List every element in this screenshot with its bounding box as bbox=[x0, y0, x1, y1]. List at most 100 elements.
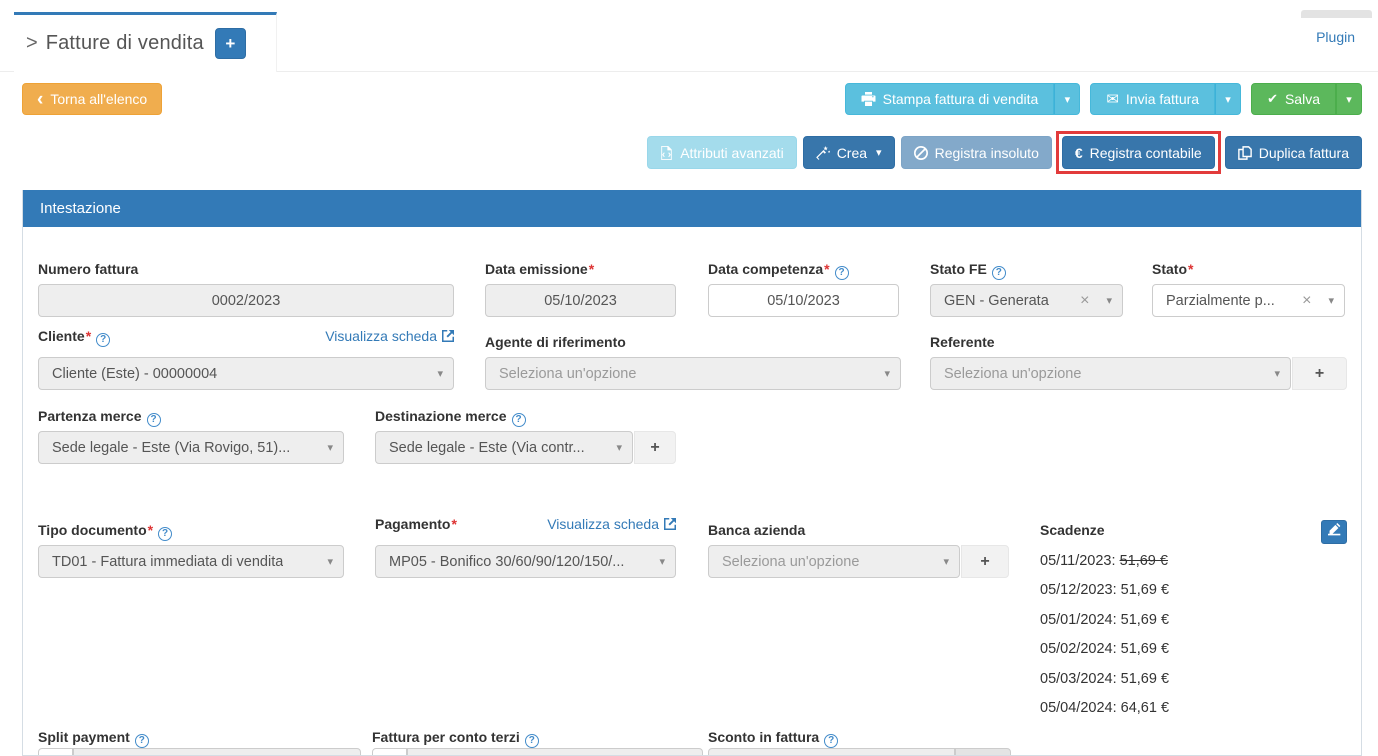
split-payment-input[interactable] bbox=[73, 748, 361, 755]
check-icon: ✔ bbox=[1267, 91, 1278, 107]
send-dropdown-toggle[interactable]: ▾ bbox=[1215, 83, 1241, 115]
send-invoice-button[interactable]: ✉ Invia fattura bbox=[1090, 83, 1215, 115]
create-label: Crea bbox=[837, 145, 867, 161]
external-link-icon bbox=[664, 518, 676, 530]
save-split-button: ✔ Salva ▾ bbox=[1251, 83, 1362, 115]
help-icon[interactable]: ? bbox=[96, 333, 110, 347]
split-payment-checkbox[interactable] bbox=[38, 748, 73, 755]
view-customer-link[interactable]: Visualizza scheda bbox=[325, 328, 454, 344]
external-link-icon bbox=[442, 330, 454, 342]
referente-label: Referente bbox=[930, 334, 995, 350]
euro-icon: € bbox=[1075, 145, 1083, 161]
conto-terzi-input[interactable] bbox=[407, 748, 703, 755]
required-asterisk: * bbox=[589, 261, 594, 277]
add-invoice-button[interactable]: + bbox=[215, 28, 246, 59]
conto-terzi-checkbox[interactable] bbox=[372, 748, 407, 755]
cliente-select[interactable]: Cliente (Este) - 00000004 ▾ bbox=[38, 357, 454, 390]
cliente-label: Cliente*? bbox=[38, 328, 110, 347]
numero-fattura-input: 0002/2023 bbox=[38, 284, 454, 317]
sconto-unit-toggle[interactable] bbox=[955, 748, 1011, 755]
caret-down-icon: ▾ bbox=[876, 146, 882, 159]
duplicate-invoice-button[interactable]: Duplica fattura bbox=[1225, 136, 1362, 169]
register-accounting-button[interactable]: € Registra contabile bbox=[1062, 136, 1215, 169]
back-to-list-button[interactable]: ‹ Torna all'elenco bbox=[22, 83, 162, 115]
stato-select[interactable]: Parzialmente p... × ▾ bbox=[1152, 284, 1345, 317]
caret-down-icon: ▾ bbox=[1225, 93, 1231, 106]
clear-icon[interactable]: × bbox=[1080, 293, 1089, 309]
printer-icon bbox=[861, 92, 876, 106]
banca-azienda-label: Banca azienda bbox=[708, 522, 805, 538]
agente-select[interactable]: Seleziona un'opzione ▾ bbox=[485, 357, 901, 390]
plugin-link[interactable]: Plugin bbox=[1316, 29, 1355, 45]
destinazione-merce-label: Destinazione merce? bbox=[375, 408, 526, 427]
chevron-right-icon: > bbox=[26, 32, 38, 55]
data-competenza-label: Data competenza*? bbox=[708, 261, 849, 280]
help-icon[interactable]: ? bbox=[525, 734, 539, 748]
clear-icon[interactable]: × bbox=[1302, 293, 1311, 309]
stato-fe-select[interactable]: GEN - Generata × ▾ bbox=[930, 284, 1123, 317]
save-button[interactable]: ✔ Salva bbox=[1251, 83, 1336, 115]
tab-bar: > Fatture di vendita + Plugin bbox=[0, 0, 1378, 72]
required-asterisk: * bbox=[451, 516, 456, 532]
send-split-button: ✉ Invia fattura ▾ bbox=[1090, 83, 1241, 115]
advanced-attributes-button[interactable]: Attributi avanzati bbox=[647, 136, 797, 169]
edit-scadenze-button[interactable] bbox=[1321, 520, 1347, 544]
view-payment-link[interactable]: Visualizza scheda bbox=[547, 516, 676, 532]
caret-down-icon: ▾ bbox=[1065, 93, 1071, 106]
pencil-square-icon bbox=[1328, 523, 1341, 541]
caret-down-icon: ▾ bbox=[327, 441, 333, 454]
add-destinazione-button[interactable]: + bbox=[634, 431, 676, 464]
help-icon[interactable]: ? bbox=[992, 266, 1006, 280]
caret-down-icon: ▾ bbox=[437, 367, 443, 380]
help-icon[interactable]: ? bbox=[135, 734, 149, 748]
plus-icon: + bbox=[980, 553, 989, 571]
pagamento-label: Pagamento* bbox=[375, 516, 457, 532]
scadenza-item: 05/01/2024: 51,69 € bbox=[1040, 612, 1169, 628]
print-invoice-label: Stampa fattura di vendita bbox=[883, 91, 1039, 107]
caret-down-icon: ▾ bbox=[943, 555, 949, 568]
destinazione-merce-select[interactable]: Sede legale - Este (Via contr... ▾ bbox=[375, 431, 633, 464]
split-payment-label: Split payment? bbox=[38, 729, 149, 748]
caret-down-icon: ▾ bbox=[1274, 367, 1280, 380]
scadenza-item: 05/03/2024: 51,69 € bbox=[1040, 671, 1169, 687]
partenza-merce-select[interactable]: Sede legale - Este (Via Rovigo, 51)... ▾ bbox=[38, 431, 344, 464]
referente-select[interactable]: Seleziona un'opzione ▾ bbox=[930, 357, 1291, 390]
cliente-label-row: Cliente*? Visualizza scheda bbox=[38, 328, 454, 347]
sconto-fattura-input[interactable] bbox=[708, 748, 955, 755]
magic-wand-icon bbox=[816, 146, 830, 160]
help-icon[interactable]: ? bbox=[512, 413, 526, 427]
save-dropdown-toggle[interactable]: ▾ bbox=[1336, 83, 1362, 115]
file-code-icon bbox=[660, 146, 673, 160]
help-icon[interactable]: ? bbox=[158, 527, 172, 541]
scadenze-label: Scadenze bbox=[1040, 522, 1105, 538]
print-invoice-button[interactable]: Stampa fattura di vendita bbox=[845, 83, 1055, 115]
tab-fatture-di-vendita[interactable]: > Fatture di vendita + bbox=[14, 12, 277, 72]
data-competenza-input[interactable]: 05/10/2023 bbox=[708, 284, 899, 317]
advanced-attributes-label: Attributi avanzati bbox=[680, 145, 784, 161]
add-referente-button[interactable]: + bbox=[1292, 357, 1347, 390]
help-icon[interactable]: ? bbox=[835, 266, 849, 280]
send-invoice-label: Invia fattura bbox=[1126, 91, 1199, 107]
required-asterisk: * bbox=[148, 522, 153, 538]
help-icon[interactable]: ? bbox=[824, 734, 838, 748]
tipo-documento-select[interactable]: TD01 - Fattura immediata di vendita ▾ bbox=[38, 545, 344, 578]
register-unpaid-button[interactable]: Registra insoluto bbox=[901, 136, 1052, 169]
print-dropdown-toggle[interactable]: ▾ bbox=[1054, 83, 1080, 115]
plus-icon: + bbox=[1315, 365, 1324, 383]
collapsed-tab[interactable] bbox=[1301, 10, 1372, 18]
header-panel: Intestazione Numero fattura Data emissio… bbox=[22, 190, 1362, 756]
caret-down-icon: ▾ bbox=[1328, 294, 1334, 307]
caret-down-icon: ▾ bbox=[1106, 294, 1112, 307]
help-icon[interactable]: ? bbox=[147, 413, 161, 427]
add-banca-button[interactable]: + bbox=[961, 545, 1009, 578]
create-button[interactable]: Crea ▾ bbox=[803, 136, 895, 169]
banca-azienda-select[interactable]: Seleziona un'opzione ▾ bbox=[708, 545, 960, 578]
caret-down-icon: ▾ bbox=[884, 367, 890, 380]
required-asterisk: * bbox=[86, 328, 91, 344]
partenza-merce-label: Partenza merce? bbox=[38, 408, 161, 427]
pagamento-select[interactable]: MP05 - Bonifico 30/60/90/120/150/... ▾ bbox=[375, 545, 676, 578]
caret-down-icon: ▾ bbox=[1346, 93, 1352, 106]
pagamento-label-row: Pagamento* Visualizza scheda bbox=[375, 516, 676, 532]
envelope-icon: ✉ bbox=[1106, 90, 1119, 108]
agente-label: Agente di riferimento bbox=[485, 334, 626, 350]
